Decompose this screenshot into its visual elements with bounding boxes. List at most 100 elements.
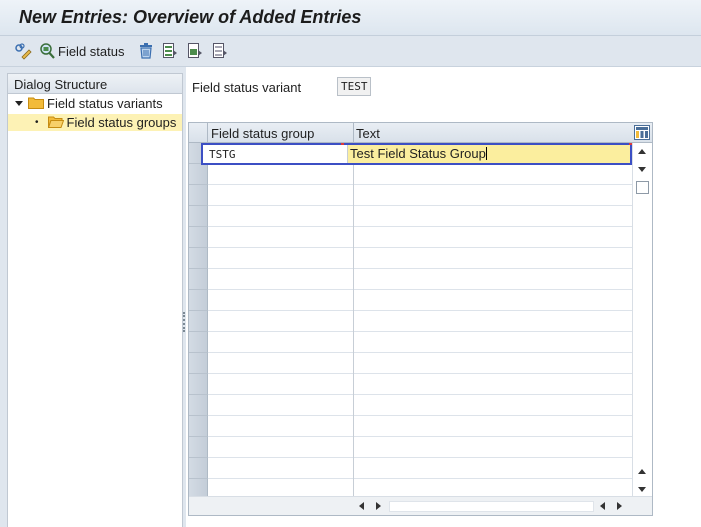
column-divider	[353, 248, 354, 269]
table-row[interactable]	[189, 269, 632, 290]
column-divider	[353, 227, 354, 248]
page-down-icon[interactable]	[638, 487, 646, 492]
row-selector[interactable]	[189, 269, 208, 290]
text-input-value: Test Field Status Group	[350, 146, 486, 161]
row-selector[interactable]	[189, 458, 208, 479]
splitter-grip-icon[interactable]	[183, 312, 185, 332]
horizontal-scroll-track[interactable]	[389, 501, 594, 512]
field-status-variant-field: TEST	[337, 77, 371, 96]
table-row[interactable]	[189, 248, 632, 269]
column-divider	[353, 185, 354, 206]
row-selector[interactable]	[189, 311, 208, 332]
row-selector[interactable]	[189, 248, 208, 269]
vertical-scrollbar[interactable]	[632, 143, 652, 496]
select-all-icon	[162, 42, 178, 60]
column-divider	[353, 332, 354, 353]
table-row[interactable]	[189, 290, 632, 311]
page-up-icon[interactable]	[638, 469, 646, 474]
table-row[interactable]	[189, 395, 632, 416]
table-header: Field status group Text	[189, 123, 652, 143]
table-row[interactable]	[189, 416, 632, 437]
column-divider	[353, 123, 354, 143]
column-divider	[353, 458, 354, 479]
scroll-left-icon[interactable]	[359, 502, 364, 510]
tree-item-label: Field status variants	[47, 96, 163, 111]
row-selector[interactable]	[189, 374, 208, 395]
column-divider	[353, 353, 354, 374]
field-status-variant-label: Field status variant	[192, 80, 302, 95]
table-row[interactable]	[189, 374, 632, 395]
main-content: Field status variant TEST Field status g…	[186, 67, 701, 527]
column-divider	[353, 311, 354, 332]
row-selector[interactable]	[189, 185, 208, 206]
row-selector[interactable]	[189, 290, 208, 311]
field-status-label: Field status	[58, 43, 125, 59]
expand-arrow-icon[interactable]	[15, 101, 23, 106]
scroll-thumb[interactable]	[636, 181, 649, 194]
column-divider	[353, 206, 354, 227]
row-selector[interactable]	[189, 353, 208, 374]
title-bar: New Entries: Overview of Added Entries	[0, 0, 701, 36]
column-divider	[353, 416, 354, 437]
page-title: New Entries: Overview of Added Entries	[19, 7, 362, 27]
column-divider	[353, 395, 354, 416]
required-marker	[341, 143, 344, 145]
row-selector[interactable]	[189, 437, 208, 458]
column-divider	[353, 437, 354, 458]
text-cursor	[485, 147, 487, 160]
application-toolbar: Field status	[0, 36, 701, 67]
delete-icon	[137, 42, 155, 60]
row-selector[interactable]	[189, 332, 208, 353]
column-header-text[interactable]: Text	[356, 126, 380, 141]
folder-open-icon	[47, 115, 64, 131]
row-selector[interactable]	[189, 395, 208, 416]
table-row[interactable]	[189, 311, 632, 332]
table-row[interactable]	[189, 185, 632, 206]
deselect-all-icon	[212, 42, 228, 60]
table-row[interactable]	[189, 458, 632, 479]
select-all-button[interactable]	[162, 41, 178, 61]
tree-item-field-status-variants[interactable]: Field status variants	[8, 95, 163, 112]
table-row[interactable]	[189, 164, 632, 185]
table-row[interactable]	[189, 353, 632, 374]
column-header-field-status-group[interactable]: Field status group	[211, 126, 314, 141]
table-row[interactable]: TSTG Test Field Status Group	[201, 143, 632, 165]
table-row[interactable]	[189, 206, 632, 227]
field-status-button[interactable]: Field status	[40, 41, 124, 61]
dialog-structure-header: Dialog Structure	[8, 74, 182, 94]
tree-bullet-icon: •	[35, 117, 39, 128]
scroll-far-left-icon[interactable]	[600, 502, 605, 510]
field-status-icon	[40, 42, 56, 60]
column-divider	[353, 374, 354, 395]
select-all-rows-cell[interactable]	[189, 123, 208, 143]
display-change-button[interactable]	[14, 41, 32, 61]
field-status-group-input[interactable]: TSTG	[203, 145, 346, 163]
scroll-down-icon[interactable]	[638, 167, 646, 172]
row-selector[interactable]	[189, 227, 208, 248]
column-divider	[353, 164, 354, 185]
field-status-groups-table: Field status group Text TSTG Test Field …	[188, 122, 653, 516]
horizontal-scrollbar[interactable]	[189, 496, 652, 515]
select-block-button[interactable]	[187, 41, 203, 61]
row-selector[interactable]	[189, 416, 208, 437]
table-settings-button[interactable]	[634, 125, 650, 140]
delete-button[interactable]	[137, 41, 155, 61]
folder-closed-icon	[28, 96, 44, 112]
display-change-icon	[14, 42, 32, 60]
dialog-structure-pane: Dialog Structure Field status variants •…	[7, 73, 183, 527]
table-row[interactable]	[189, 227, 632, 248]
column-divider	[353, 290, 354, 311]
scroll-far-right-icon[interactable]	[617, 502, 622, 510]
text-input[interactable]: Test Field Status Group	[347, 145, 630, 163]
row-selector[interactable]	[189, 206, 208, 227]
scroll-right-icon[interactable]	[376, 502, 381, 510]
table-row[interactable]	[189, 332, 632, 353]
tree-item-field-status-groups[interactable]: • Field status groups	[8, 114, 182, 131]
deselect-all-button[interactable]	[212, 41, 228, 61]
table-settings-icon	[635, 127, 649, 142]
table-row[interactable]	[189, 437, 632, 458]
row-selector[interactable]	[189, 164, 208, 185]
tree-item-label: Field status groups	[66, 115, 177, 130]
column-divider	[353, 269, 354, 290]
scroll-up-icon[interactable]	[638, 149, 646, 154]
